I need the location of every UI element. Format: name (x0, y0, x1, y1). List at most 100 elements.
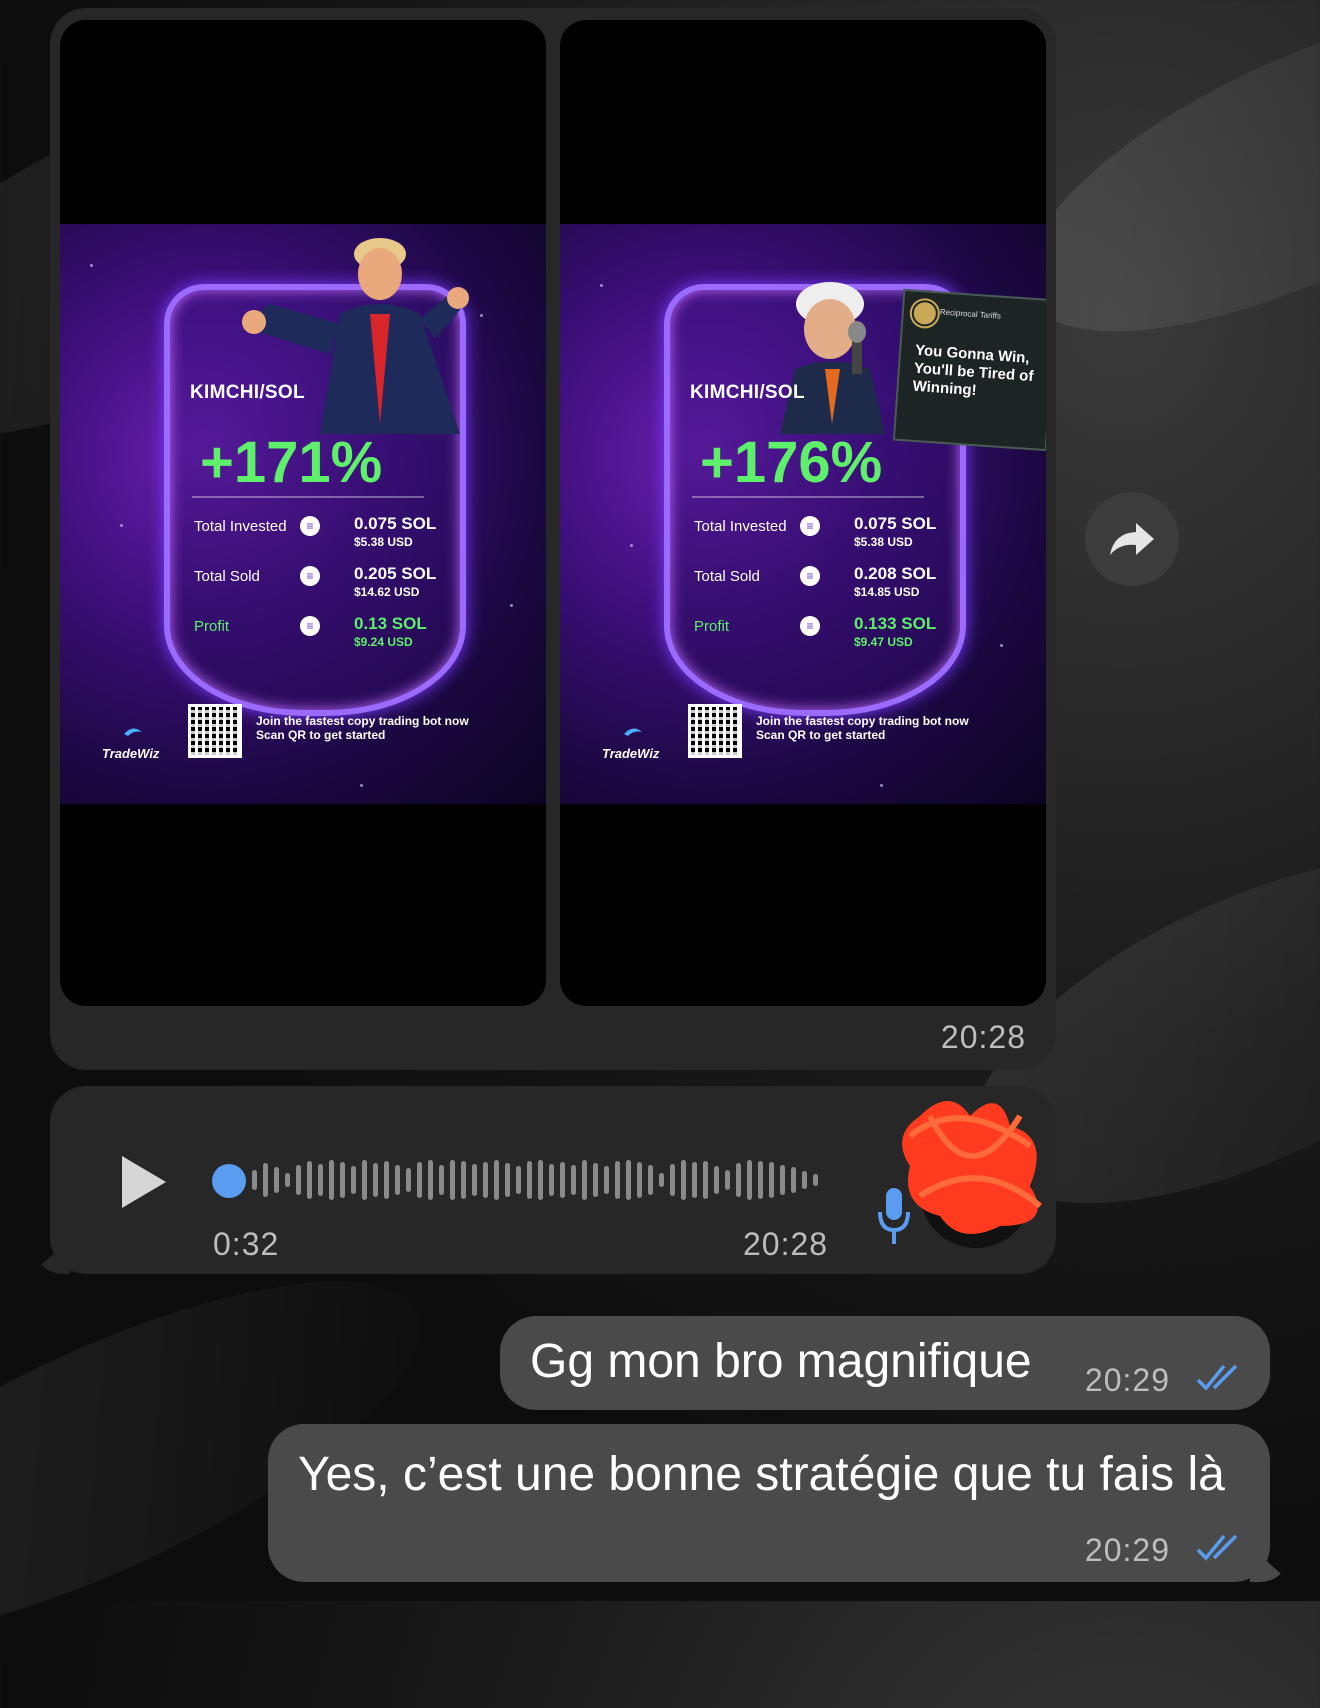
solana-coin-icon: ≡ (300, 516, 320, 536)
stat-sol-value: 0.205 SOL (354, 564, 437, 583)
stat-row-profit: Profit ≡ 0.13 SOL $9.24 USD (194, 614, 444, 658)
stat-usd-value: $14.62 USD (354, 585, 420, 599)
brand-logo-text: TradeWiz (602, 746, 660, 761)
tradewiz-logo-icon (124, 728, 142, 736)
stat-label: Total Invested (194, 518, 287, 535)
waveform-bar (791, 1167, 796, 1193)
stat-row-invested: Total Invested ≡ 0.075 SOL $5.38 USD (194, 514, 444, 558)
waveform-bar (428, 1160, 433, 1200)
media-image-2[interactable]: Reciprocal Tariffs You Gonna Win, You'll… (560, 20, 1046, 1006)
playback-scrubber[interactable] (212, 1164, 246, 1198)
join-text: Join the fastest copy trading bot now Sc… (256, 714, 469, 742)
presidential-seal-icon (910, 299, 939, 328)
outgoing-message[interactable]: Gg mon bro magnifique 20:29 (500, 1316, 1270, 1410)
waveform-bar (329, 1160, 334, 1200)
divider (692, 496, 924, 498)
voice-duration: 0:32 (213, 1226, 280, 1262)
trading-pair: KIMCHI/SOL (190, 382, 305, 403)
tradewiz-logo-icon (624, 728, 642, 736)
waveform-bar (692, 1162, 697, 1198)
solana-coin-icon: ≡ (300, 566, 320, 586)
waveform-bar (725, 1170, 730, 1190)
media-album-bubble: KIMCHI/SOL +171% Total Invested ≡ 0.075 … (50, 8, 1056, 1070)
message-text: Gg mon bro magnifique (530, 1335, 1032, 1388)
stat-row-sold: Total Sold ≡ 0.205 SOL $14.62 USD (194, 564, 444, 608)
waveform-bar (769, 1162, 774, 1198)
waveform-bar (571, 1165, 576, 1195)
waveform-bar (494, 1160, 499, 1200)
sign-header: Reciprocal Tariffs (939, 307, 1002, 321)
stat-label: Profit (194, 618, 230, 635)
waveform-bar (670, 1164, 675, 1196)
stat-sol-value: 0.13 SOL (354, 614, 427, 633)
waveform-bar (450, 1160, 455, 1200)
waveform-bar (472, 1164, 477, 1196)
forward-button[interactable] (1085, 492, 1179, 586)
stat-row-sold: Total Sold ≡ 0.208 SOL $14.85 USD (694, 564, 944, 608)
stat-sol-value: 0.208 SOL (854, 564, 937, 583)
voice-waveform[interactable] (212, 1150, 832, 1210)
waveform-bar (439, 1165, 444, 1195)
waveform-bar (362, 1160, 367, 1200)
solana-coin-icon: ≡ (800, 516, 820, 536)
stat-label: Total Sold (694, 568, 760, 585)
microphone-icon (878, 1188, 910, 1244)
waveform-bar (560, 1162, 565, 1198)
divider (192, 496, 424, 498)
stat-sol-value: 0.075 SOL (854, 514, 937, 533)
stat-label: Total Invested (694, 518, 787, 535)
stat-sol-value: 0.133 SOL (854, 614, 937, 633)
waveform-bar (252, 1170, 257, 1190)
waveform-bar (714, 1166, 719, 1194)
play-icon[interactable] (122, 1156, 166, 1208)
waveform-bar (384, 1161, 389, 1199)
stat-usd-value: $5.38 USD (854, 535, 913, 549)
pnl-card: KIMCHI/SOL +171% Total Invested ≡ 0.075 … (60, 224, 546, 804)
join-line-2: Scan QR to get started (756, 728, 886, 742)
waveform-bar (604, 1166, 609, 1194)
message-time: 20:28 (743, 1226, 829, 1262)
waveform-bar (593, 1163, 598, 1197)
waveform-bar (648, 1165, 653, 1195)
waveform-bar (802, 1171, 807, 1189)
message-time: 20:29 (1084, 1362, 1170, 1398)
waveform-bar (516, 1166, 521, 1194)
join-line-1: Join the fastest copy trading bot now (256, 714, 469, 728)
waveform-bar (505, 1163, 510, 1197)
waveform-bar (285, 1173, 290, 1187)
message-time: 20:28 (940, 1019, 1026, 1055)
media-image-1[interactable]: KIMCHI/SOL +171% Total Invested ≡ 0.075 … (60, 20, 546, 1006)
waveform-bar (758, 1161, 763, 1199)
waveform-bar (549, 1164, 554, 1196)
waveform-bar (351, 1166, 356, 1194)
outgoing-message[interactable]: Yes, c’est une bonne stratégie que tu fa… (268, 1424, 1270, 1582)
join-text: Join the fastest copy trading bot now Sc… (756, 714, 969, 742)
stat-usd-value: $14.85 USD (854, 585, 920, 599)
waveform-bar (780, 1165, 785, 1195)
waveform-bar (395, 1165, 400, 1195)
trading-pair: KIMCHI/SOL (690, 382, 805, 403)
qr-code (688, 704, 742, 758)
stat-sol-value: 0.075 SOL (354, 514, 437, 533)
waveform-bar (659, 1173, 664, 1187)
waveform-bar (263, 1163, 268, 1197)
waveform-bar (340, 1162, 345, 1198)
join-line-1: Join the fastest copy trading bot now (756, 714, 969, 728)
pnl-card: Reciprocal Tariffs You Gonna Win, You'll… (560, 224, 1046, 804)
stat-usd-value: $5.38 USD (354, 535, 413, 549)
stat-usd-value: $9.47 USD (854, 635, 913, 649)
waveform-bar (417, 1162, 422, 1198)
waveform-bar (527, 1161, 532, 1199)
waveform-bar (307, 1161, 312, 1199)
waveform-bar (274, 1167, 279, 1193)
waveform-bar (747, 1160, 752, 1200)
message-time: 20:29 (1084, 1532, 1170, 1568)
waveform-bar (582, 1160, 587, 1200)
waveform-bar (813, 1174, 818, 1186)
brand-logo-text: TradeWiz (102, 746, 160, 761)
waveform-bar (736, 1163, 741, 1197)
stat-label: Total Sold (194, 568, 260, 585)
sign-text: You Gonna Win, You'll be Tired of Winnin… (912, 341, 1034, 400)
sign-image: Reciprocal Tariffs You Gonna Win, You'll… (892, 288, 1046, 452)
message-text: Yes, c’est une bonne stratégie que tu fa… (298, 1448, 1225, 1501)
